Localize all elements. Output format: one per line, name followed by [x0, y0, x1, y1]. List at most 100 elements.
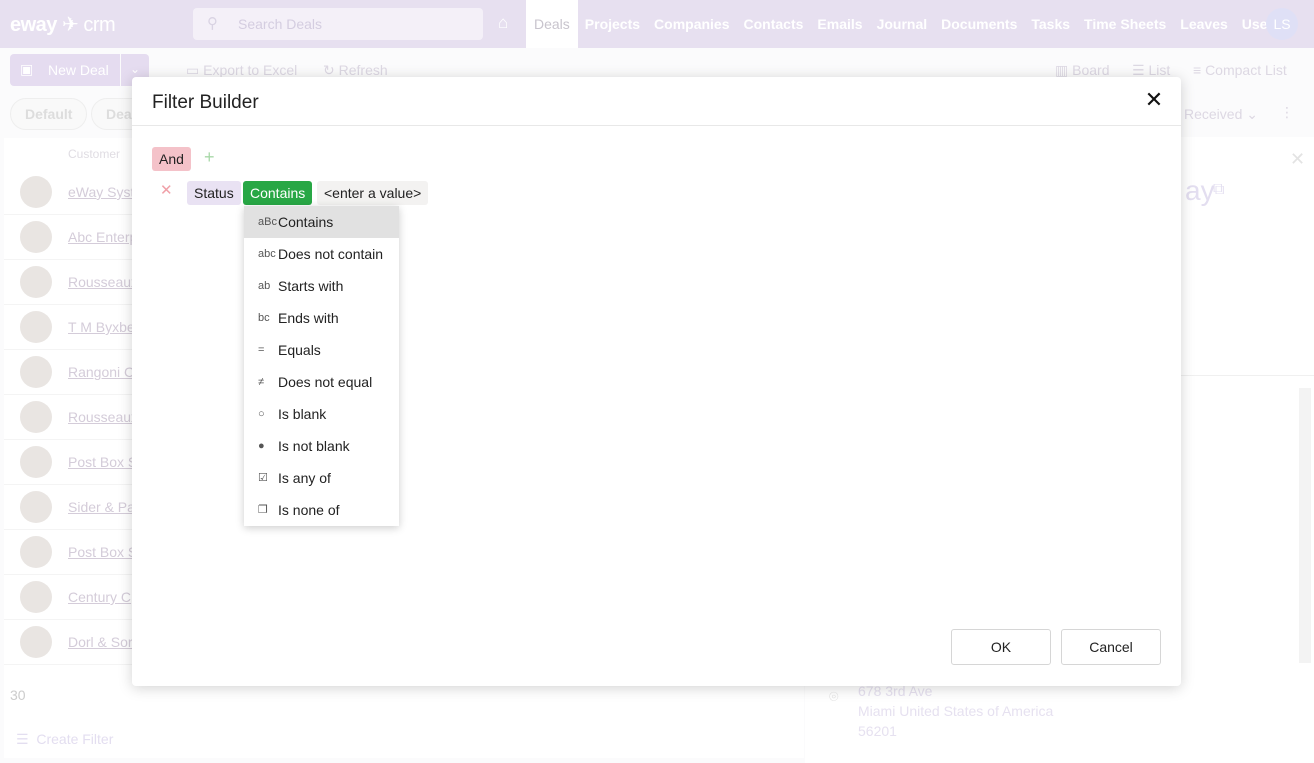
menu-item-is-none-of[interactable]: ❐ Is none of — [244, 494, 399, 526]
avatar — [20, 401, 52, 433]
circle-outline-icon: ○ — [258, 408, 265, 420]
customer-link[interactable]: Post Box S — [68, 544, 137, 560]
logo-mark-icon: ✈ — [62, 14, 79, 36]
refresh-icon: ↻ — [323, 62, 335, 78]
sort-dropdown[interactable]: Received ⌄ — [1184, 106, 1258, 123]
new-deal-button[interactable]: ▣ New Deal — [10, 54, 120, 86]
menu-item-label: Ends with — [278, 310, 339, 326]
avatar — [20, 266, 52, 298]
board-icon: ▥ — [1055, 62, 1069, 78]
close-icon[interactable]: ✕ — [1290, 149, 1305, 170]
equals-icon: = — [258, 344, 265, 356]
list-label: List — [1148, 62, 1171, 78]
avatar — [20, 446, 52, 478]
logo-text: eway — [10, 14, 57, 36]
home-icon[interactable]: ⌂ — [498, 13, 508, 33]
customer-link[interactable]: Century C — [68, 589, 131, 605]
value-chip[interactable]: <enter a value> — [317, 181, 429, 205]
view-compact-list[interactable]: ≡ Compact List — [1193, 62, 1287, 78]
operator-dropdown-menu: aBc Contains abc Does not contain ab Starts w… — [244, 206, 399, 526]
nav-tasks[interactable]: Tasks — [1024, 0, 1077, 48]
menu-item-starts-with[interactable]: ab Starts with — [244, 270, 399, 302]
customer-link[interactable]: T M Byxbe — [68, 319, 135, 335]
avatar — [20, 311, 52, 343]
menu-item-is-not-blank[interactable]: ● Is not blank — [244, 430, 399, 462]
menu-item-does-not-contain[interactable]: abc Does not contain — [244, 238, 399, 270]
customer-link[interactable]: Rangoni C — [68, 364, 134, 380]
customer-link[interactable]: Rousseaux — [68, 274, 138, 290]
compact-list-label: Compact List — [1205, 62, 1287, 78]
abc-not-contains-icon: abc — [258, 248, 276, 260]
menu-item-is-blank[interactable]: ○ Is blank — [244, 398, 399, 430]
menu-item-does-not-equal[interactable]: ≠ Does not equal — [244, 366, 399, 398]
customer-link[interactable]: Post Box S — [68, 454, 137, 470]
nav-contacts[interactable]: Contacts — [737, 0, 811, 48]
nav-documents[interactable]: Documents — [934, 0, 1024, 48]
nav-companies[interactable]: Companies — [647, 0, 736, 48]
cancel-button[interactable]: Cancel — [1061, 629, 1161, 665]
search-placeholder: Search Deals — [238, 16, 323, 32]
group-operator-chip[interactable]: And — [152, 147, 191, 171]
menu-item-label: Does not equal — [278, 374, 373, 390]
refresh-label: Refresh — [338, 62, 388, 78]
deal-icon: ▣ — [20, 61, 34, 77]
more-icon[interactable]: ⋮ — [1280, 104, 1294, 121]
logo-suffix: crm — [83, 14, 116, 36]
menu-item-label: Contains — [278, 214, 334, 230]
menu-item-label: Is none of — [278, 502, 340, 518]
create-filter-label: Create Filter — [36, 731, 114, 747]
abc-ends-icon: bc — [258, 312, 270, 324]
menu-item-label: Is not blank — [278, 438, 350, 454]
add-condition-icon[interactable]: + — [204, 147, 215, 168]
ok-button[interactable]: OK — [951, 629, 1051, 665]
menu-item-ends-with[interactable]: bc Ends with — [244, 302, 399, 334]
customer-link[interactable]: Rousseaux — [68, 409, 138, 425]
board-label: Board — [1072, 62, 1110, 78]
menu-item-label: Does not contain — [278, 246, 384, 262]
avatar — [20, 221, 52, 253]
field-chip[interactable]: Status — [187, 181, 241, 205]
copy-box-icon: ❐ — [258, 504, 268, 516]
customer-link[interactable]: Abc Enterp — [68, 229, 137, 245]
user-avatar[interactable]: LS — [1266, 8, 1298, 40]
close-icon[interactable]: ✕ — [1142, 87, 1166, 115]
nav-leaves[interactable]: Leaves — [1173, 0, 1234, 48]
nav-journal[interactable]: Journal — [870, 0, 935, 48]
create-filter-button[interactable]: ☰ Create Filter — [16, 731, 113, 748]
customer-link[interactable]: Sider & Pa — [68, 499, 135, 515]
avatar — [20, 536, 52, 568]
customer-link[interactable]: Dorl & Sor — [68, 634, 133, 650]
scrollbar[interactable] — [1299, 388, 1311, 663]
menu-item-label: Is blank — [278, 406, 327, 422]
filter-chip-default[interactable]: Default — [10, 98, 88, 130]
avatar — [20, 176, 52, 208]
address-city: Miami United States of America — [858, 703, 1054, 719]
menu-item-label: Equals — [278, 342, 321, 358]
operator-chip[interactable]: Contains — [243, 181, 313, 205]
open-external-icon[interactable]: ⧉ — [1213, 181, 1224, 199]
dialog-title: Filter Builder — [152, 92, 259, 113]
address: 678 3rd Ave Miami United States of Ameri… — [858, 681, 1053, 741]
menu-item-contains[interactable]: aBc Contains — [244, 206, 399, 238]
nav-time-sheets[interactable]: Time Sheets — [1077, 0, 1173, 48]
logo[interactable]: eway ✈ crm — [10, 12, 116, 37]
nav-projects[interactable]: Projects — [578, 0, 647, 48]
menu-item-label: Is any of — [278, 470, 331, 486]
location-icon: ⌾ — [829, 689, 839, 706]
search-icon: ⚲ — [207, 15, 218, 32]
address-zip: 56201 — [858, 723, 897, 739]
customer-link[interactable]: eWay Syst — [68, 184, 134, 200]
sort-label: Received — [1184, 106, 1243, 122]
avatar — [20, 356, 52, 388]
remove-condition-icon[interactable]: ✕ — [160, 181, 173, 199]
search-input[interactable]: ⚲ Search Deals — [193, 8, 483, 40]
menu-item-equals[interactable]: = Equals — [244, 334, 399, 366]
avatar — [20, 491, 52, 523]
nav-deals[interactable]: Deals — [526, 0, 578, 48]
export-icon: ▭ — [186, 62, 200, 78]
menu-item-is-any-of[interactable]: ☑ Is any of — [244, 462, 399, 494]
new-deal-label: New Deal — [48, 62, 109, 78]
avatar — [20, 626, 52, 658]
nav-emails[interactable]: Emails — [810, 0, 869, 48]
column-customer[interactable]: Customer — [68, 147, 120, 161]
